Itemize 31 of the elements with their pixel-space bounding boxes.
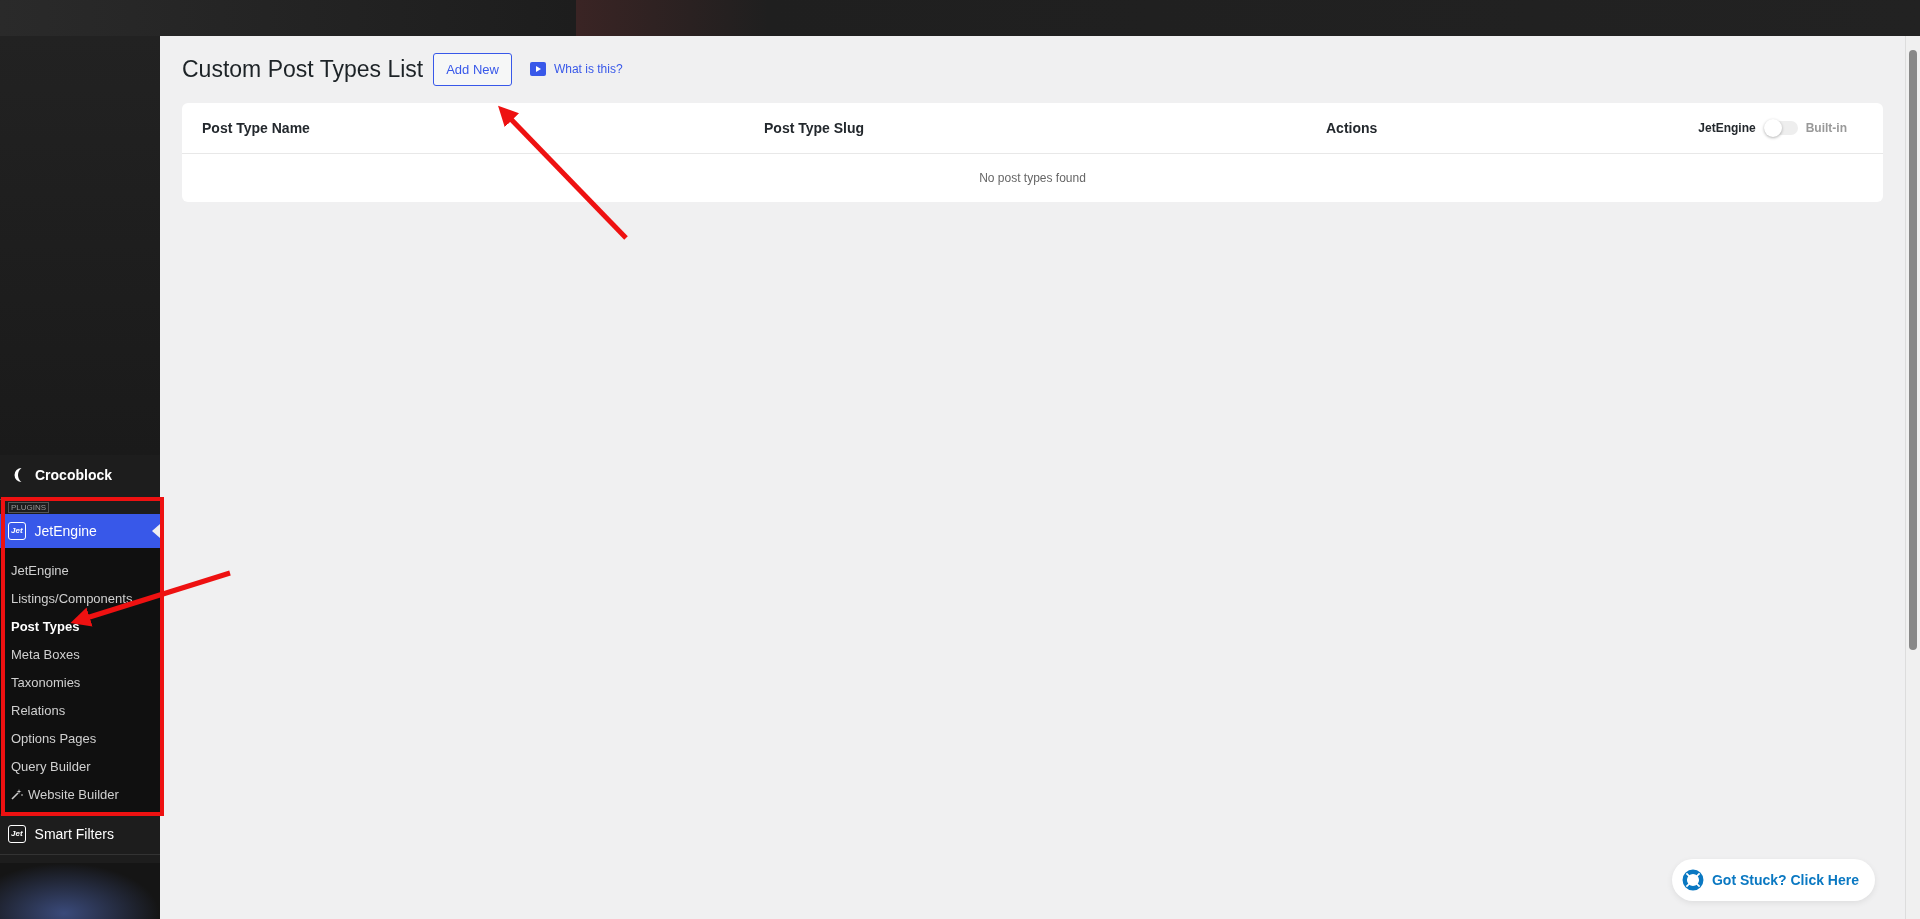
submenu-item[interactable]: Taxonomies <box>0 668 160 696</box>
submenu-item[interactable]: Website Builder <box>0 780 160 808</box>
logo-icon: Jet <box>8 522 26 540</box>
submenu-item[interactable]: Relations <box>0 696 160 724</box>
submenu-item[interactable]: Post Types <box>0 612 160 640</box>
submenu-item[interactable]: Query Builder <box>0 752 160 780</box>
column-header: Post Type Name <box>202 120 311 136</box>
video-icon <box>529 62 546 76</box>
scroll-thumb[interactable] <box>1909 50 1917 650</box>
section-label: PLUGINS <box>8 501 50 513</box>
menu-item[interactable]: Jet JetEngine <box>0 514 160 548</box>
submenu-item[interactable]: Meta Boxes <box>0 640 160 668</box>
toggle-switch[interactable] <box>1763 121 1798 135</box>
submenu-item[interactable]: Listings/Components <box>0 584 160 612</box>
page-title: Custom Post Types List <box>182 55 424 83</box>
menu-item[interactable]: Jet Smart Filters <box>0 814 160 855</box>
help-link[interactable]: What is this? <box>529 62 623 76</box>
submenu-item[interactable]: Options Pages <box>0 724 160 752</box>
toggle-label: Built-in <box>1805 121 1847 135</box>
help-button[interactable]: Got Stuck? Click Here <box>1671 859 1875 901</box>
wand-icon <box>11 788 23 800</box>
column-header: Post Type Slug <box>764 120 866 136</box>
empty-message: No post types found <box>979 171 1086 185</box>
scrollbar[interactable] <box>1905 36 1920 919</box>
column-header: Actions <box>1326 120 1379 136</box>
lifebuoy-icon <box>1681 869 1704 891</box>
pointer-icon <box>152 524 160 538</box>
submenu-item[interactable]: JetEngine <box>0 556 160 584</box>
toggle-label: JetEngine <box>1698 121 1756 135</box>
logo-icon: Jet <box>8 825 26 843</box>
add-new-button[interactable]: Add New <box>433 52 512 86</box>
